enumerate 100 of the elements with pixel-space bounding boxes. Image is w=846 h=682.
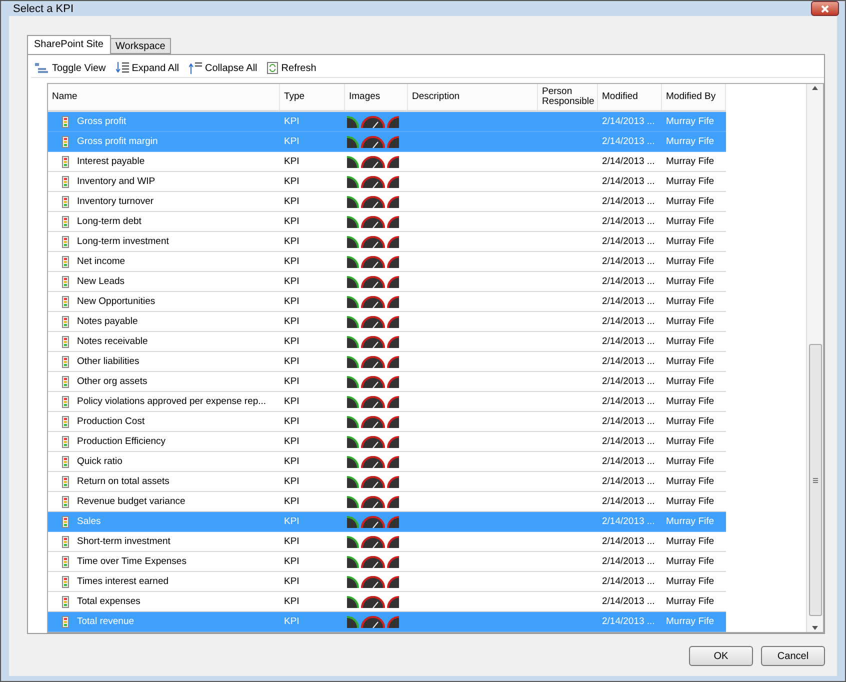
kpi-icon bbox=[62, 196, 69, 208]
table-cell-text: KPI bbox=[283, 116, 300, 127]
table-cell-text: 2/14/2013 ... bbox=[601, 316, 656, 327]
table-cell-text: 2/14/2013 ... bbox=[601, 236, 656, 247]
table-cell: Inventory and WIP bbox=[77, 176, 156, 187]
table-cell-text: Murray Fife bbox=[665, 376, 716, 387]
table-cell: Total revenue bbox=[77, 616, 134, 627]
table-cell-text: 2/14/2013 ... bbox=[601, 116, 656, 127]
table-cell: Inventory turnover bbox=[77, 196, 154, 207]
table-cell-text: 2/14/2013 ... bbox=[601, 616, 656, 627]
table-cell-text: 2/14/2013 ... bbox=[601, 256, 656, 267]
table-cell-text: KPI bbox=[283, 576, 300, 587]
kpi-icon bbox=[62, 116, 69, 128]
table-cell-text: Murray Fife bbox=[665, 476, 716, 487]
table-cell-text: KPI bbox=[283, 516, 300, 527]
table-cell: Revenue budget variance bbox=[77, 496, 186, 507]
table-cell: New Opportunities bbox=[77, 296, 156, 307]
table-cell-text: KPI bbox=[283, 276, 300, 287]
table-cell-text: 2/14/2013 ... bbox=[601, 376, 656, 387]
kpi-icon bbox=[62, 536, 69, 548]
dialog-button[interactable]: OK bbox=[689, 646, 753, 666]
table-cell-text: Murray Fife bbox=[665, 536, 716, 547]
kpi-icon bbox=[62, 216, 69, 228]
table-cell-text: 2/14/2013 ... bbox=[601, 276, 656, 287]
scroll-down-icon bbox=[812, 626, 818, 630]
close-button[interactable] bbox=[811, 1, 839, 16]
kpi-icon bbox=[62, 356, 69, 368]
table-cell-text: KPI bbox=[283, 156, 300, 167]
table-cell-text: KPI bbox=[283, 356, 300, 367]
column-header[interactable]: Modified bbox=[598, 84, 662, 110]
table-cell-text: 2/14/2013 ... bbox=[601, 136, 656, 147]
column-header[interactable]: Images bbox=[345, 84, 408, 110]
table-cell-text: KPI bbox=[283, 376, 300, 387]
table-cell-text: KPI bbox=[283, 456, 300, 467]
kpi-icon bbox=[62, 556, 69, 568]
table-cell-text: KPI bbox=[283, 256, 300, 267]
kpi-icon bbox=[62, 176, 69, 188]
table-cell-text: KPI bbox=[283, 556, 300, 567]
table-cell-text: 2/14/2013 ... bbox=[601, 576, 656, 587]
table-cell: Long-term debt bbox=[77, 216, 142, 227]
table-cell-text: Murray Fife bbox=[665, 116, 716, 127]
column-header[interactable]: Person Responsible bbox=[538, 84, 598, 110]
kpi-icon bbox=[62, 596, 69, 608]
scrollbar[interactable] bbox=[806, 84, 823, 632]
tab[interactable]: Workspace bbox=[110, 38, 172, 54]
table-cell-text: 2/14/2013 ... bbox=[601, 176, 656, 187]
kpi-icon bbox=[62, 496, 69, 508]
table-cell: Production Cost bbox=[77, 416, 145, 427]
table-cell-text: KPI bbox=[283, 476, 300, 487]
column-header[interactable]: Name bbox=[48, 84, 280, 110]
scroll-thumb[interactable] bbox=[808, 344, 822, 616]
table-cell-text: KPI bbox=[283, 396, 300, 407]
tab[interactable]: SharePoint Site bbox=[27, 35, 110, 54]
kpi-icon bbox=[62, 136, 69, 148]
table-cell-text: Murray Fife bbox=[665, 436, 716, 447]
table-cell-text: Murray Fife bbox=[665, 156, 716, 167]
toolbar-button[interactable]: Collapse All bbox=[187, 62, 260, 74]
table-cell-text: 2/14/2013 ... bbox=[601, 336, 656, 347]
kpi-icon bbox=[62, 516, 69, 528]
kpi-icon bbox=[62, 416, 69, 428]
column-header[interactable]: Modified By bbox=[662, 84, 726, 110]
table-cell: Interest payable bbox=[77, 156, 145, 167]
table-cell-text: Murray Fife bbox=[665, 296, 716, 307]
table-cell: Short-term investment bbox=[77, 536, 170, 547]
table-cell-text: Murray Fife bbox=[665, 176, 716, 187]
table-cell-text: KPI bbox=[283, 436, 300, 447]
table-cell-text: 2/14/2013 ... bbox=[601, 436, 656, 447]
kpi-icon bbox=[62, 316, 69, 328]
table-cell: Time over Time Expenses bbox=[77, 556, 186, 567]
table-cell-text: Murray Fife bbox=[665, 276, 716, 287]
table-cell: New Leads bbox=[77, 276, 125, 287]
toolbar-button[interactable]: Refresh bbox=[265, 62, 318, 74]
kpi-icon bbox=[62, 256, 69, 268]
table-cell-text: KPI bbox=[283, 136, 300, 147]
table-cell: Notes payable bbox=[77, 316, 138, 327]
column-header[interactable]: Description bbox=[408, 84, 538, 110]
table-cell: Other org assets bbox=[77, 376, 148, 387]
dialog-button[interactable]: Cancel bbox=[761, 646, 825, 666]
table-cell-text: 2/14/2013 ... bbox=[601, 216, 656, 227]
table-cell-text: 2/14/2013 ... bbox=[601, 356, 656, 367]
toolbar-button[interactable]: Toggle View bbox=[33, 62, 108, 74]
table-cell-text: KPI bbox=[283, 196, 300, 207]
refresh-icon bbox=[267, 62, 278, 74]
table-cell-text: Murray Fife bbox=[665, 496, 716, 507]
table-cell-text: KPI bbox=[283, 616, 300, 627]
table-cell: Net income bbox=[77, 256, 126, 267]
table-cell-text: Murray Fife bbox=[665, 396, 716, 407]
kpi-icon bbox=[62, 436, 69, 448]
kpi-icon bbox=[62, 476, 69, 488]
table-cell-text: KPI bbox=[283, 176, 300, 187]
table-cell-text: 2/14/2013 ... bbox=[601, 536, 656, 547]
table-cell-text: Murray Fife bbox=[665, 556, 716, 567]
kpi-icon bbox=[62, 376, 69, 388]
table-cell-text: KPI bbox=[283, 296, 300, 307]
table-cell: Policy violations approved per expense rep... bbox=[77, 396, 266, 407]
table-cell: Production Efficiency bbox=[77, 436, 166, 447]
table-cell-text: 2/14/2013 ... bbox=[601, 156, 656, 167]
toolbar-button[interactable]: Expand All bbox=[114, 62, 182, 74]
table-cell-text: KPI bbox=[283, 216, 300, 227]
column-header[interactable]: Type bbox=[280, 84, 345, 110]
